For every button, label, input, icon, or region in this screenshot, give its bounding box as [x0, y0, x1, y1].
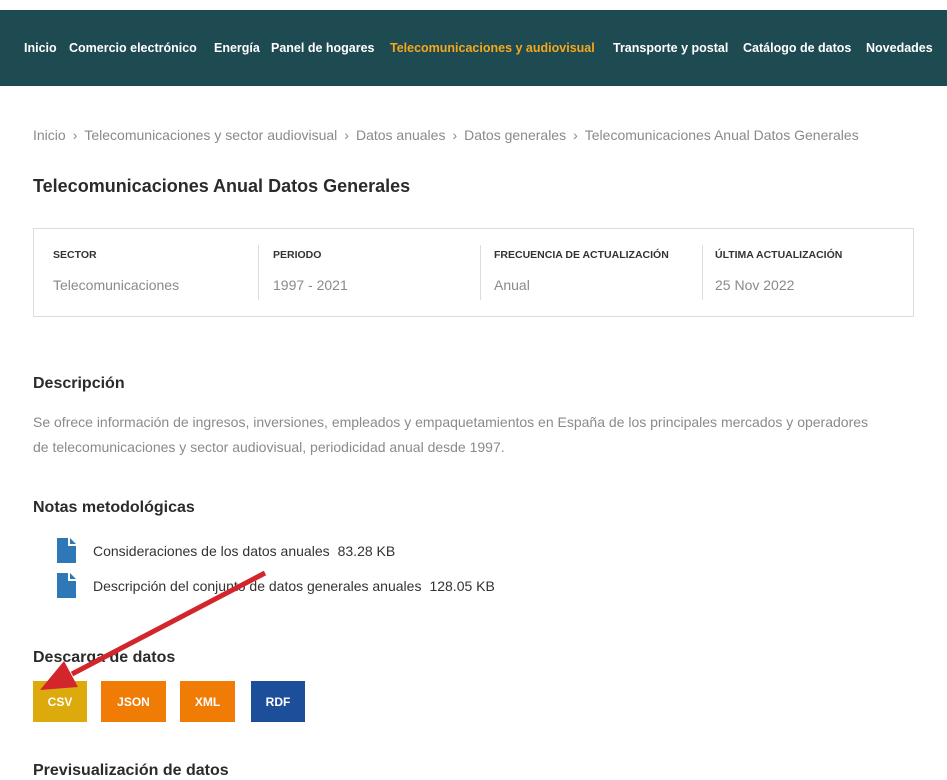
- breadcrumb-separator: ›: [344, 127, 349, 143]
- breadcrumb: Inicio › Telecomunicaciones y sector audio…: [33, 126, 859, 144]
- download-xml-button[interactable]: XML: [180, 681, 235, 722]
- summary-ultima-actualizacion: ÚLTIMA ACTUALIZACIÓN 25 Nov 2022: [715, 248, 842, 294]
- summary-value: Anual: [494, 277, 530, 293]
- note-file-size: 83.28 KB: [337, 542, 396, 559]
- note-file-item: Descripción del conjunto de datos genera…: [57, 573, 495, 598]
- page-title: Telecomunicaciones Anual Datos Generales: [33, 176, 411, 196]
- nav-item-comercio-electronico[interactable]: Comercio electrónico: [69, 40, 197, 56]
- nav-item-inicio[interactable]: Inicio: [24, 40, 57, 56]
- summary-sector: SECTOR Telecomunicaciones: [53, 248, 179, 294]
- summary-label: FRECUENCIA DE ACTUALIZACIÓN: [494, 249, 669, 261]
- description-heading: Descripción: [33, 375, 125, 392]
- notes-heading: Notas metodológicas: [33, 499, 195, 516]
- nav-item-energia[interactable]: Energía: [214, 40, 260, 56]
- summary-divider: [258, 245, 259, 300]
- nav-item-telecomunicaciones[interactable]: Telecomunicaciones y audiovisual: [390, 40, 595, 56]
- summary-divider: [702, 245, 703, 300]
- file-icon: [57, 538, 76, 563]
- nav-item-novedades[interactable]: Novedades: [866, 40, 933, 56]
- download-json-button[interactable]: JSON: [101, 681, 166, 722]
- note-file-item: Consideraciones de los datos anuales 83.…: [57, 538, 395, 563]
- breadcrumb-item-datos-generales[interactable]: Datos generales: [464, 127, 566, 143]
- top-nav: Inicio Comercio electrónico Energía Pane…: [0, 10, 947, 86]
- breadcrumb-item-telecomunicaciones[interactable]: Telecomunicaciones y sector audiovisual: [84, 127, 337, 143]
- note-file-link[interactable]: Consideraciones de los datos anuales: [93, 542, 330, 560]
- summary-frecuencia: FRECUENCIA DE ACTUALIZACIÓN Anual: [494, 248, 669, 294]
- summary-label: ÚLTIMA ACTUALIZACIÓN: [715, 249, 843, 261]
- breadcrumb-item-current: Telecomunicaciones Anual Datos Generales: [584, 127, 859, 143]
- download-csv-button[interactable]: CSV: [33, 681, 87, 722]
- summary-box: SECTOR Telecomunicaciones PERIODO 1997 -…: [33, 228, 914, 317]
- breadcrumb-item-datos-anuales[interactable]: Datos anuales: [356, 127, 446, 143]
- summary-value: 25 Nov 2022: [715, 277, 795, 293]
- summary-periodo: PERIODO 1997 - 2021: [273, 248, 348, 294]
- summary-divider: [480, 245, 481, 300]
- breadcrumb-separator: ›: [72, 127, 78, 143]
- preview-heading: Previsualización de datos: [33, 762, 229, 779]
- nav-item-panel-de-hogares[interactable]: Panel de hogares: [271, 40, 375, 56]
- nav-item-transporte-y-postal[interactable]: Transporte y postal: [613, 40, 728, 56]
- description-text: Se ofrece información de ingresos, inver…: [33, 414, 869, 455]
- breadcrumb-item-inicio[interactable]: Inicio: [33, 127, 66, 143]
- file-icon: [57, 573, 76, 598]
- summary-value: Telecomunicaciones: [53, 277, 180, 293]
- summary-value: 1997 - 2021: [273, 277, 348, 293]
- note-file-link[interactable]: Descripción del conjunto de datos genera…: [93, 577, 421, 595]
- downloads-heading: Descarga de datos: [33, 649, 176, 666]
- summary-label: SECTOR: [53, 249, 97, 261]
- summary-label: PERIODO: [273, 249, 322, 261]
- download-rdf-button[interactable]: RDF: [251, 681, 305, 722]
- breadcrumb-separator: ›: [452, 127, 458, 143]
- nav-item-catalogo-de-datos[interactable]: Catálogo de datos: [743, 40, 851, 56]
- breadcrumb-separator: ›: [573, 127, 578, 143]
- note-file-size: 128.05 KB: [429, 577, 495, 594]
